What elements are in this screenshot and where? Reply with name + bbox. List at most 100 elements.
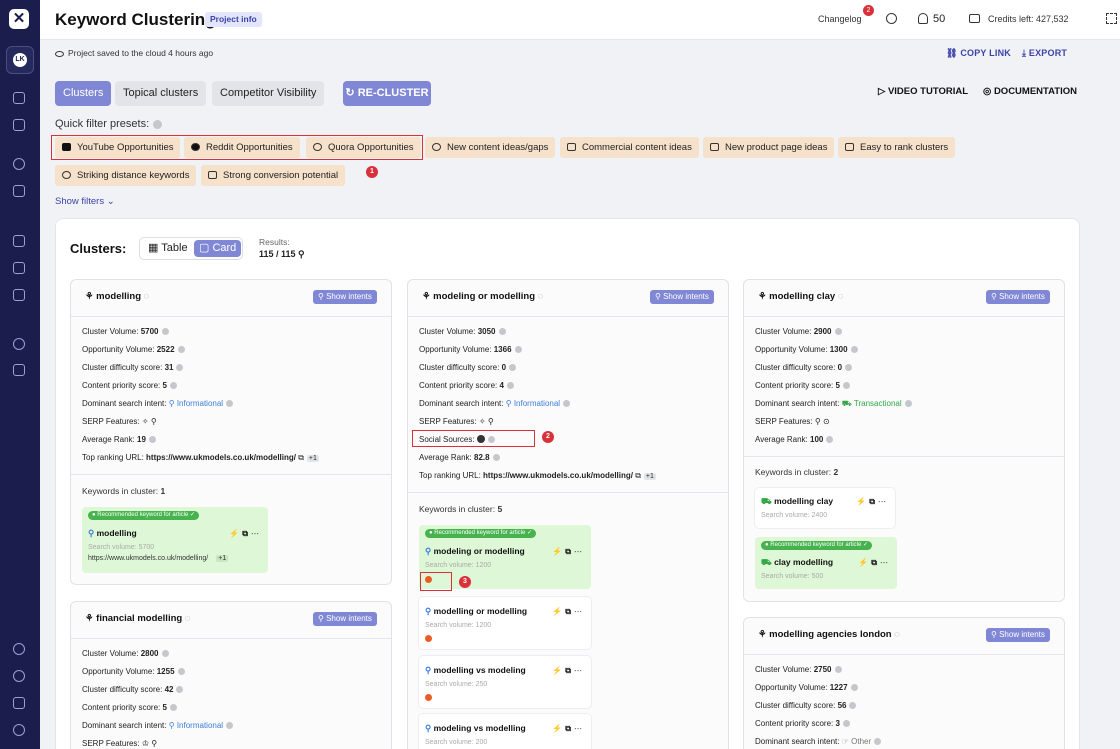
metric-label: Dominant search intent: [82, 399, 167, 408]
help-icon[interactable] [509, 364, 517, 371]
tab-topical-clusters[interactable]: Topical clusters [115, 81, 207, 106]
tab-competitor-visibility[interactable]: Competitor Visibility [212, 81, 325, 106]
top-url-link[interactable]: https://www.ukmodels.co.uk/modelling/ [483, 471, 633, 480]
help-icon[interactable] [169, 382, 177, 389]
home-icon[interactable] [13, 92, 25, 104]
tab-clusters[interactable]: Clusters [55, 81, 112, 106]
document-icon[interactable] [13, 119, 25, 131]
keyword-item[interactable]: ⚲ modelling or modelling ⚡⧉⋯ Search volu… [419, 597, 591, 649]
results-value: 115 / 115 [259, 249, 296, 259]
user-profile-icon[interactable] [886, 13, 897, 24]
notification-bell-icon[interactable] [918, 13, 928, 24]
help-icon[interactable] [850, 684, 858, 691]
help-icon[interactable] [161, 650, 169, 657]
checklist-icon[interactable] [13, 262, 25, 274]
keyword-actions[interactable]: ⚡⧉⋯ [552, 547, 585, 557]
help-icon[interactable] [148, 436, 156, 443]
help-icon[interactable] [226, 722, 234, 729]
settings-gear-icon[interactable] [13, 724, 25, 736]
crown-icon[interactable] [13, 697, 25, 709]
help-icon[interactable] [226, 400, 234, 407]
help-icon[interactable] [850, 346, 858, 353]
more-urls-badge[interactable]: +1 [306, 455, 319, 462]
chat-icon[interactable] [13, 364, 25, 376]
recluster-button[interactable]: ↻ RE-CLUSTER [343, 81, 431, 106]
keyword-item[interactable]: ⚲ modeling vs modelling ⚡⧉⋯ Search volum… [419, 714, 591, 749]
metric-label: Cluster Volume: [82, 649, 139, 658]
help-icon[interactable] [845, 364, 853, 371]
cluster-title[interactable]: ⚘ modelling clay ◌ [758, 291, 843, 302]
chip-easy-to-rank[interactable]: Easy to rank clusters [838, 137, 956, 158]
show-filters-toggle[interactable]: Show filters ⌄ [55, 196, 115, 207]
help-icon[interactable] [849, 702, 857, 709]
top-url-link[interactable]: https://www.ukmodels.co.uk/modelling/ [146, 453, 296, 462]
integrations-icon[interactable] [13, 643, 25, 655]
help-icon[interactable] [834, 328, 842, 335]
show-intents-button[interactable]: ⚲ Show intents [986, 290, 1050, 304]
compass-icon[interactable] [13, 158, 25, 170]
chip-new-product-page-ideas[interactable]: New product page ideas [703, 137, 835, 158]
chip-commercial-content-ideas[interactable]: Commercial content ideas [560, 137, 699, 158]
keyword-actions[interactable]: ⚡⧉⋯ [552, 607, 585, 617]
help-icon[interactable] [506, 382, 514, 389]
help-icon[interactable] [176, 686, 184, 693]
cluster-title[interactable]: ⚘ modelling ◌ [85, 291, 149, 302]
help-icon[interactable] [161, 328, 169, 335]
copy-link-button[interactable]: ⛓ COPY LINK [946, 48, 1011, 59]
help-icon[interactable] [826, 436, 834, 443]
video-tutorial-button[interactable]: ▷ VIDEO TUTORIAL [878, 86, 968, 97]
show-intents-button[interactable]: ⚲ Show intents [313, 290, 377, 304]
keyword-item[interactable]: ⚲ modelling vs modeling ⚡⧉⋯ Search volum… [419, 656, 591, 708]
keyword-url[interactable]: https://www.ukmodels.co.uk/modelling/ +1 [88, 555, 229, 562]
cluster-title[interactable]: ⚘ modeling or modelling ◌ [422, 291, 543, 302]
show-intents-button[interactable]: ⚲ Show intents [313, 612, 377, 626]
keyword-actions[interactable]: ⚡⧉⋯ [229, 529, 262, 539]
chip-strong-conversion[interactable]: Strong conversion potential [201, 165, 346, 186]
help-icon[interactable] [169, 704, 177, 711]
changelog-link[interactable]: Changelog [818, 14, 862, 24]
help-icon[interactable] [842, 720, 850, 727]
cluster-title[interactable]: ⚘ financial modelling ◌ [85, 613, 191, 624]
export-button[interactable]: ⤓ EXPORT [1022, 48, 1067, 59]
puzzle-icon[interactable] [13, 185, 25, 197]
help-icon[interactable] [874, 738, 882, 745]
help-icon[interactable] [177, 346, 185, 353]
chip-label: Strong conversion potential [223, 170, 339, 181]
more-urls-badge[interactable]: +1 [643, 473, 656, 480]
help-icon[interactable] [177, 668, 185, 675]
card-view-button[interactable]: ▢ Card [194, 240, 242, 257]
help-icon[interactable] [563, 400, 571, 407]
cluster-title[interactable]: ⚘ modelling agencies london ◌ [758, 629, 900, 640]
chip-striking-distance[interactable]: Striking distance keywords [55, 165, 197, 186]
help-icon[interactable] [834, 666, 842, 673]
help-icon[interactable] [153, 119, 163, 129]
keyword-item[interactable]: ● Recommended keyword for article ✓ ⛟ cl… [755, 537, 897, 589]
sidebar: ✕ LK [0, 0, 40, 749]
keyword-actions[interactable]: ⚡⧉⋯ [552, 724, 585, 734]
help-icon[interactable] [904, 400, 912, 407]
help-icon[interactable] [514, 346, 522, 353]
magic-wand-icon[interactable] [13, 289, 25, 301]
show-intents-button[interactable]: ⚲ Show intents [650, 290, 714, 304]
workspace-switcher[interactable]: LK [6, 46, 34, 74]
keyword-actions[interactable]: ⚡⧉⋯ [552, 666, 585, 676]
help-icon[interactable] [498, 328, 506, 335]
table-view-button[interactable]: ▦ Table [143, 240, 193, 257]
minus-circle-icon[interactable] [13, 670, 25, 682]
keyword-item[interactable]: ● Recommended keyword for article ✓ ⚲ mo… [82, 507, 268, 573]
project-info-button[interactable]: Project info [205, 12, 262, 27]
show-intents-button[interactable]: ⚲ Show intents [986, 628, 1050, 642]
chip-new-content-ideas[interactable]: New content ideas/gaps [425, 137, 556, 158]
keyword-actions[interactable]: ⚡⧉⋯ [858, 558, 891, 568]
keyword-actions[interactable]: ⚡⧉⋯ [856, 497, 889, 507]
documentation-button[interactable]: ◎ DOCUMENTATION [983, 86, 1077, 97]
more-urls-badge[interactable]: +1 [216, 555, 229, 562]
help-icon[interactable] [492, 454, 500, 461]
edit-icon[interactable] [13, 235, 25, 247]
keyword-item[interactable]: ⛟ modelling clay ⚡⧉⋯ Search volume: 2400 [755, 488, 895, 528]
help-icon[interactable] [842, 382, 850, 389]
app-logo-icon[interactable]: ✕ [9, 9, 29, 29]
help-icon[interactable] [176, 364, 184, 371]
fullscreen-icon[interactable] [1106, 13, 1117, 24]
link-icon[interactable] [13, 338, 25, 350]
